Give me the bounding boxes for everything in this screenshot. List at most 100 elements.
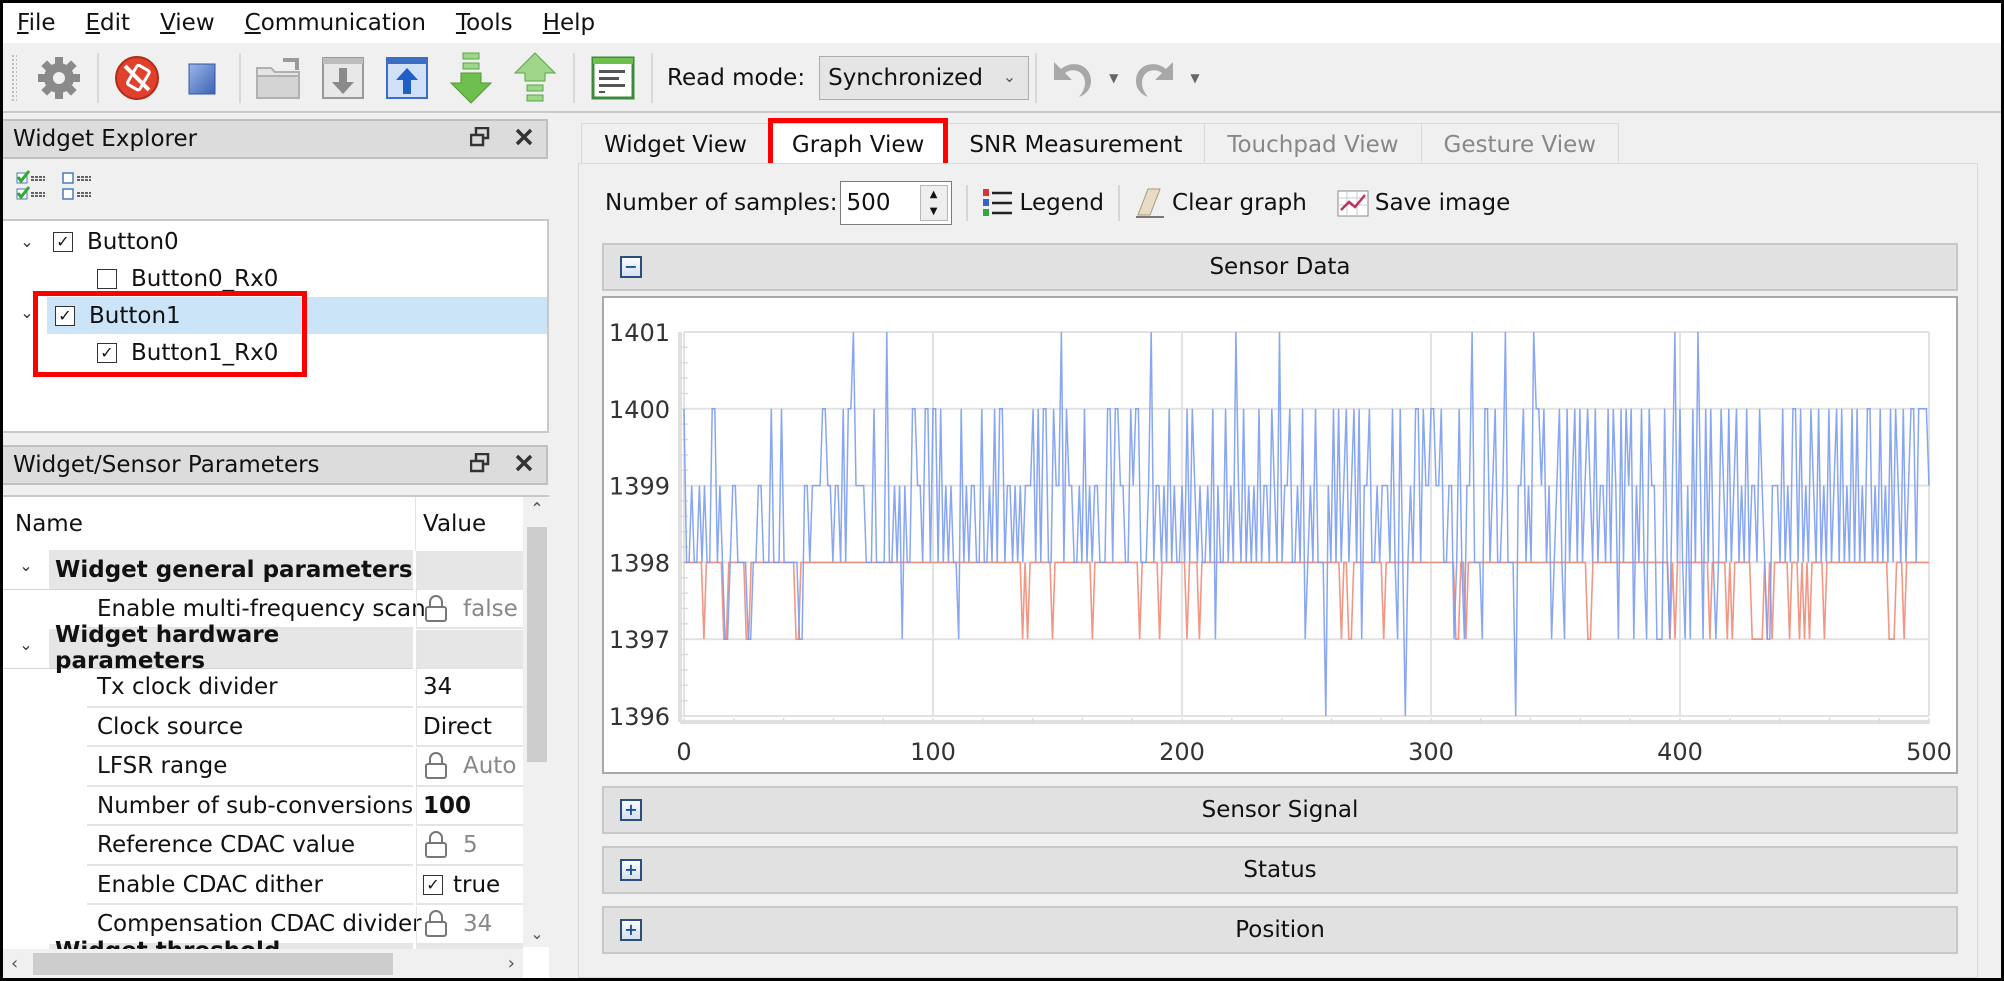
tab-gesture-view[interactable]: Gesture View [1420,123,1620,165]
parameter-value: Direct [423,713,492,740]
stop-button[interactable] [172,49,230,107]
series-line-raw [683,331,1930,717]
settings-button[interactable] [30,49,88,107]
tab-touchpad-view[interactable]: Touchpad View [1204,123,1422,165]
checkbox-checked[interactable]: ✓ [423,874,443,895]
graph-toolbar: Number of samples: 500 ▲ ▼ Legend Clear … [605,180,1510,226]
parameter-row[interactable]: Clock source Direct [3,708,523,747]
tree-item-button0[interactable]: ⌄ ✓ Button0 [3,223,547,260]
chevron-down-icon[interactable]: ⌄ [3,550,49,589]
collapse-icon[interactable]: − [620,256,642,278]
expand-icon[interactable]: + [620,919,642,941]
x-tick-label: 300 [1408,738,1454,766]
expand-icon[interactable]: + [620,799,642,821]
parameter-group-row[interactable]: ⌄ Widget hardware parameters [3,622,523,674]
menu-communication-mnemonic: C [244,10,261,36]
parameter-value-cell[interactable]: 5 [416,826,523,866]
toolbar-grip[interactable] [11,54,17,102]
tab-snr-measurement[interactable]: SNR Measurement [946,123,1206,165]
samples-spinbox[interactable]: 500 ▲ ▼ [839,181,952,225]
parameter-value-cell[interactable]: 34 [416,905,523,945]
chevron-down-icon[interactable]: ⌄ [15,232,39,251]
open-button[interactable] [250,49,308,107]
parameter-value-cell[interactable]: Auto [416,747,523,787]
check-all-icon[interactable] [15,169,49,203]
section-status[interactable]: + Status [602,846,1958,894]
menu-help[interactable]: Help [543,10,595,36]
export-button[interactable] [378,49,436,107]
read-mode-label: Read mode: [667,65,806,91]
scrollbar-thumb[interactable] [527,527,547,762]
section-sensor-signal[interactable]: + Sensor Signal [602,786,1958,834]
uncheck-all-icon[interactable] [61,169,95,203]
parameter-name: Clock source [97,713,244,740]
parameter-value-cell[interactable]: ✓ true [416,866,523,905]
menu-file[interactable]: File [17,10,56,36]
export-icon [386,57,428,99]
read-mode-select[interactable]: Synchronized ⌄ [819,56,1030,100]
scroll-right-icon[interactable]: › [508,953,515,974]
samples-label: Number of samples: [605,190,838,216]
import-button[interactable] [314,49,372,107]
vertical-scrollbar[interactable]: ⌃ ⌄ [523,497,549,947]
close-icon[interactable] [514,127,534,147]
parameter-name: Enable CDAC dither [97,871,323,898]
float-panel-icon[interactable] [470,453,490,473]
section-position[interactable]: + Position [602,906,1958,954]
parameter-row[interactable]: LFSR range Auto [3,747,523,787]
scroll-up-icon[interactable]: ⌃ [523,499,549,518]
graph-view-panel: Number of samples: 500 ▲ ▼ Legend Clear … [578,163,1978,978]
chevron-down-icon[interactable]: ⌄ [3,628,49,668]
undo-dropdown[interactable]: ▼ [1109,71,1118,85]
parameter-value-cell[interactable]: Direct [416,708,523,747]
section-sensor-data[interactable]: − Sensor Data [602,243,1958,291]
parameter-group-row[interactable]: ⌄ Widget general parameters [3,550,523,590]
parameter-row[interactable]: Reference CDAC value 5 [3,826,523,866]
parameter-name: Enable multi-frequency scan [97,595,426,622]
parameter-value-cell[interactable]: 100 [416,787,523,826]
horizontal-scrollbar[interactable]: ‹ › [3,949,523,978]
redo-dropdown[interactable]: ▼ [1190,71,1199,85]
menu-tools[interactable]: Tools [456,10,513,36]
clear-graph-button[interactable]: Clear graph [1134,187,1307,219]
expand-icon[interactable]: + [620,859,642,881]
column-header-value[interactable]: Value [423,511,486,537]
menu-tools-mnemonic: T [455,10,467,36]
menu-edit[interactable]: Edit [86,10,131,36]
save-image-button[interactable]: Save image [1337,188,1510,218]
scroll-down-icon[interactable]: ⌄ [523,924,549,943]
parameter-row[interactable]: Number of sub-conversions 100 [3,787,523,826]
redo-button[interactable] [1127,49,1181,107]
disconnect-button[interactable] [108,49,166,107]
menu-communication[interactable]: Communication [245,10,426,36]
parameters-header: Widget/Sensor Parameters [3,445,548,485]
undo-button[interactable] [1046,49,1100,107]
column-header-name[interactable]: Name [15,511,83,537]
parameter-value-cell[interactable]: false [416,590,523,629]
log-icon [591,56,635,100]
menu-file-mnemonic: F [17,10,29,36]
spin-down-icon[interactable]: ▼ [930,206,938,217]
checkbox-unchecked[interactable] [97,268,117,289]
float-panel-icon[interactable] [470,127,490,147]
y-tick-label: 1396 [609,703,670,731]
log-button[interactable] [584,49,642,107]
parameter-row[interactable]: Enable CDAC dither ✓ true [3,866,523,905]
tab-graph-view[interactable]: Graph View [767,118,949,169]
legend-button[interactable]: Legend [982,188,1104,218]
scrollbar-thumb[interactable] [33,953,393,975]
parameter-name-cell: Tx clock divider [87,669,413,708]
tab-widget-view[interactable]: Widget View [581,123,770,165]
write-button[interactable] [506,49,564,107]
checkbox-checked[interactable]: ✓ [53,231,73,252]
scroll-left-icon[interactable]: ‹ [11,953,18,974]
redo-icon [1136,62,1174,97]
menu-view[interactable]: View [160,10,215,36]
parameter-value-cell[interactable]: 34 [416,668,523,708]
parameter-value: 100 [423,792,472,819]
spin-up-icon[interactable]: ▲ [930,189,938,200]
sensor-data-plot: 1396 1397 1398 1399 1400 1401 0 100 200 300 400 500 [609,319,1952,766]
read-button[interactable] [442,49,500,107]
parameter-row[interactable]: Tx clock divider 34 [3,668,523,708]
close-icon[interactable] [514,453,534,473]
